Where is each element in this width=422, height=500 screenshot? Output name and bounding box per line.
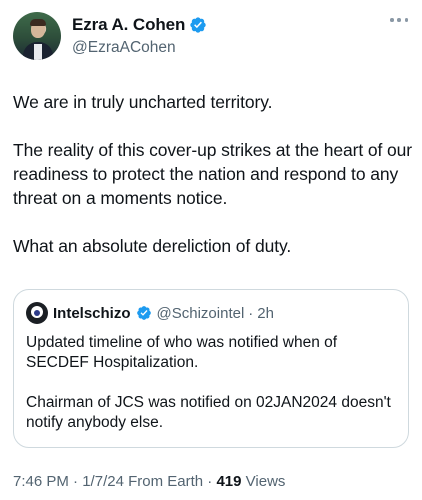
quoted-tweet-paragraph: Updated timeline of who was notified whe… <box>26 334 338 371</box>
tweet-paragraph: What an absolute dereliction of duty. <box>13 236 292 256</box>
separator-dot: · <box>73 473 79 490</box>
verified-badge-icon <box>136 306 151 320</box>
verified-badge-icon <box>190 17 206 33</box>
more-horizontal-icon[interactable] <box>390 16 408 24</box>
tweet-body: We are in truly uncharted territory. The… <box>13 90 413 258</box>
separator-dot: · <box>207 473 213 490</box>
author-name-row: Ezra A. Cohen <box>72 15 207 35</box>
quoted-tweet-body: Updated timeline of who was notified whe… <box>26 333 396 433</box>
author-handle[interactable]: @EzraACohen <box>72 39 207 57</box>
quoted-author-avatar <box>26 302 48 324</box>
quoted-tweet-header: Intelschizo @Schizointel · 2h <box>26 302 396 324</box>
quoted-tweet-paragraph: Chairman of JCS was notified on 02JAN202… <box>26 394 391 431</box>
author-avatar[interactable] <box>13 12 61 60</box>
views-count[interactable]: 419 <box>216 473 241 490</box>
tweet-source: From Earth <box>128 473 204 490</box>
author-display-name[interactable]: Ezra A. Cohen <box>72 15 185 35</box>
quoted-tweet-card[interactable]: Intelschizo @Schizointel · 2h Updated ti… <box>13 289 409 448</box>
separator-dot: · <box>248 304 254 322</box>
author-info: Ezra A. Cohen @EzraACohen <box>72 15 207 57</box>
tweet-meta: 7:46 PM · 1/7/24 From Earth · 419 Views <box>13 473 285 490</box>
quoted-author-handle: @Schizointel <box>156 304 245 322</box>
views-label[interactable]: Views <box>246 473 286 490</box>
tweet-paragraph: The reality of this cover-up strikes at … <box>13 140 413 208</box>
tweet-paragraph: We are in truly uncharted territory. <box>13 92 273 112</box>
tweet-header: Ezra A. Cohen @EzraACohen <box>13 12 412 62</box>
quoted-author-name: Intelschizo <box>53 304 131 322</box>
tweet-date[interactable]: 1/7/24 <box>82 473 124 490</box>
quoted-tweet-time: 2h <box>257 304 274 322</box>
tweet-time[interactable]: 7:46 PM <box>13 473 69 490</box>
